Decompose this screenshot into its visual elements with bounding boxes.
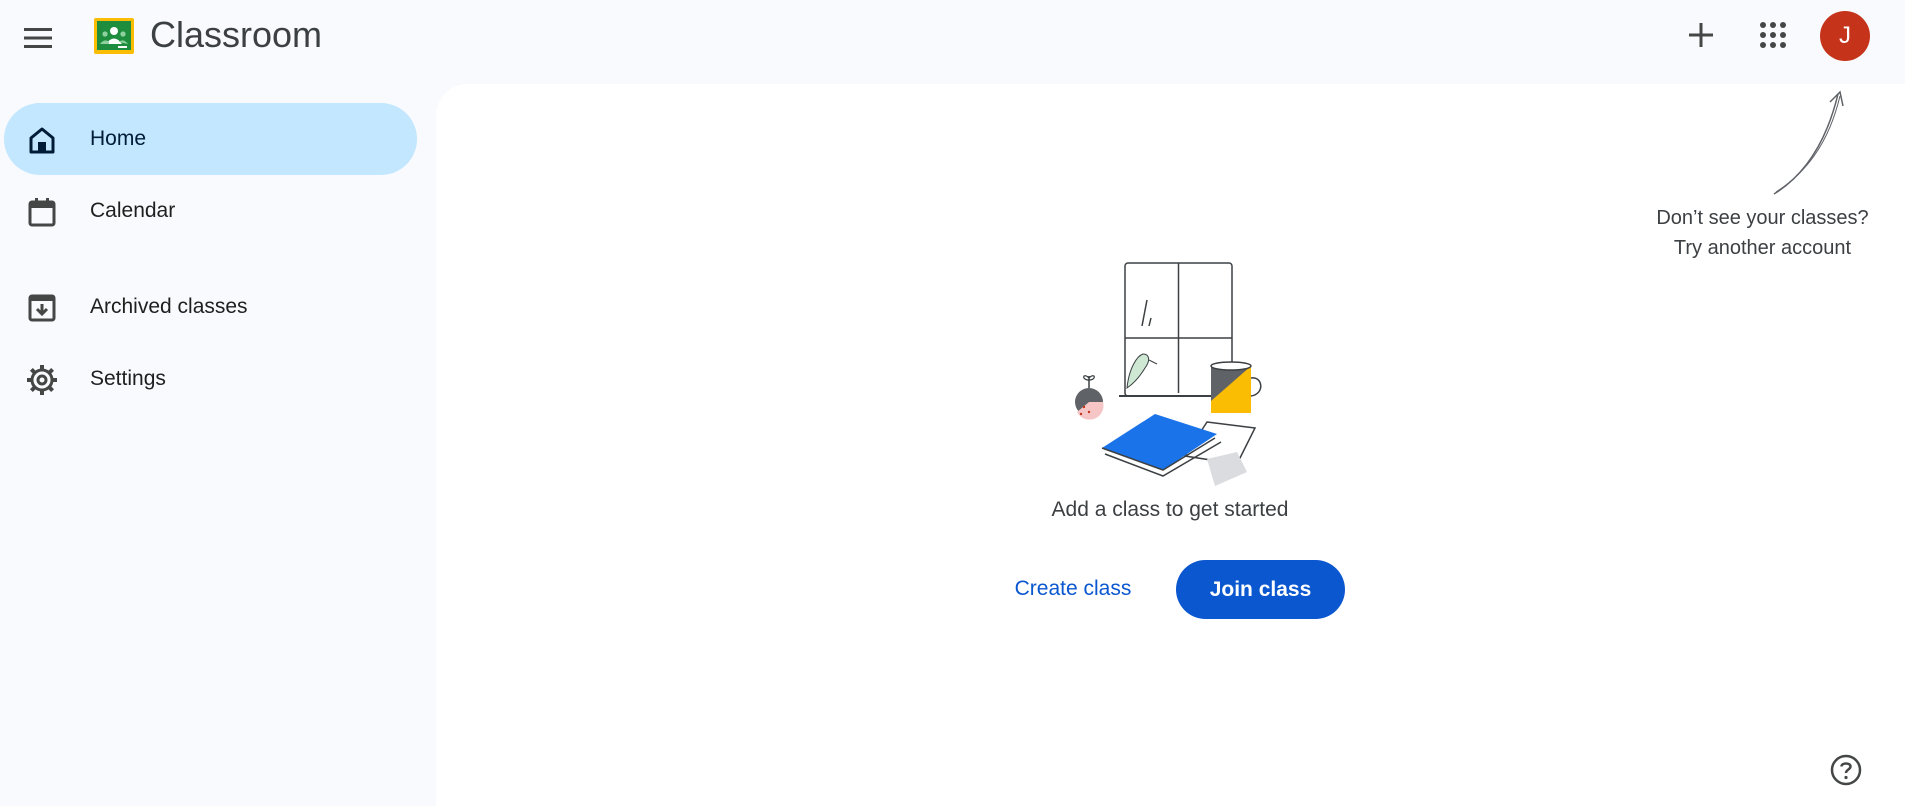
google-classroom-logo-icon	[94, 18, 134, 54]
sidebar-item-archived-classes[interactable]: Archived classes	[4, 271, 417, 343]
create-class-button[interactable]: Create class	[994, 560, 1152, 618]
home-icon	[26, 124, 58, 156]
help-circle-icon	[1830, 754, 1862, 786]
sidebar-nav: Home Calendar Archived classes Settings	[0, 84, 436, 806]
sidebar-item-settings[interactable]: Settings	[4, 343, 417, 415]
help-button[interactable]	[1826, 750, 1866, 790]
join-class-button[interactable]: Join class	[1176, 560, 1345, 619]
avatar-initial: J	[1839, 22, 1851, 49]
sidebar-item-label: Home	[90, 127, 147, 150]
hint-line-1: Don’t see your classes?	[1656, 207, 1869, 229]
classroom-logo[interactable]	[94, 18, 134, 54]
sidebar-item-home[interactable]: Home	[4, 103, 417, 175]
pointing-arrow-icon	[1773, 90, 1844, 195]
google-apps-grid-icon	[1760, 22, 1786, 48]
calendar-icon	[26, 196, 58, 228]
hint-line-2: Try another account	[1673, 237, 1852, 259]
empty-state-illustration	[1075, 262, 1262, 486]
empty-state-message: Add a class to get started	[1051, 498, 1289, 521]
gear-icon	[26, 364, 58, 396]
main-menu-button[interactable]	[14, 14, 62, 62]
hamburger-menu-icon	[24, 28, 52, 48]
create-or-join-button[interactable]	[1677, 11, 1725, 59]
account-avatar[interactable]: J	[1820, 11, 1870, 61]
sidebar-item-label: Calendar	[90, 199, 176, 222]
top-app-bar: Classroom J	[0, 0, 1905, 84]
archive-icon	[26, 292, 58, 324]
app-title[interactable]: Classroom	[150, 14, 322, 56]
google-apps-button[interactable]	[1749, 11, 1797, 59]
sidebar-item-label: Settings	[90, 367, 166, 390]
sidebar-item-calendar[interactable]: Calendar	[4, 175, 417, 247]
plus-icon	[1689, 23, 1713, 47]
sidebar-item-label: Archived classes	[90, 295, 248, 318]
switch-account-hint: Don’t see your classes? Try another acco…	[1620, 203, 1905, 263]
